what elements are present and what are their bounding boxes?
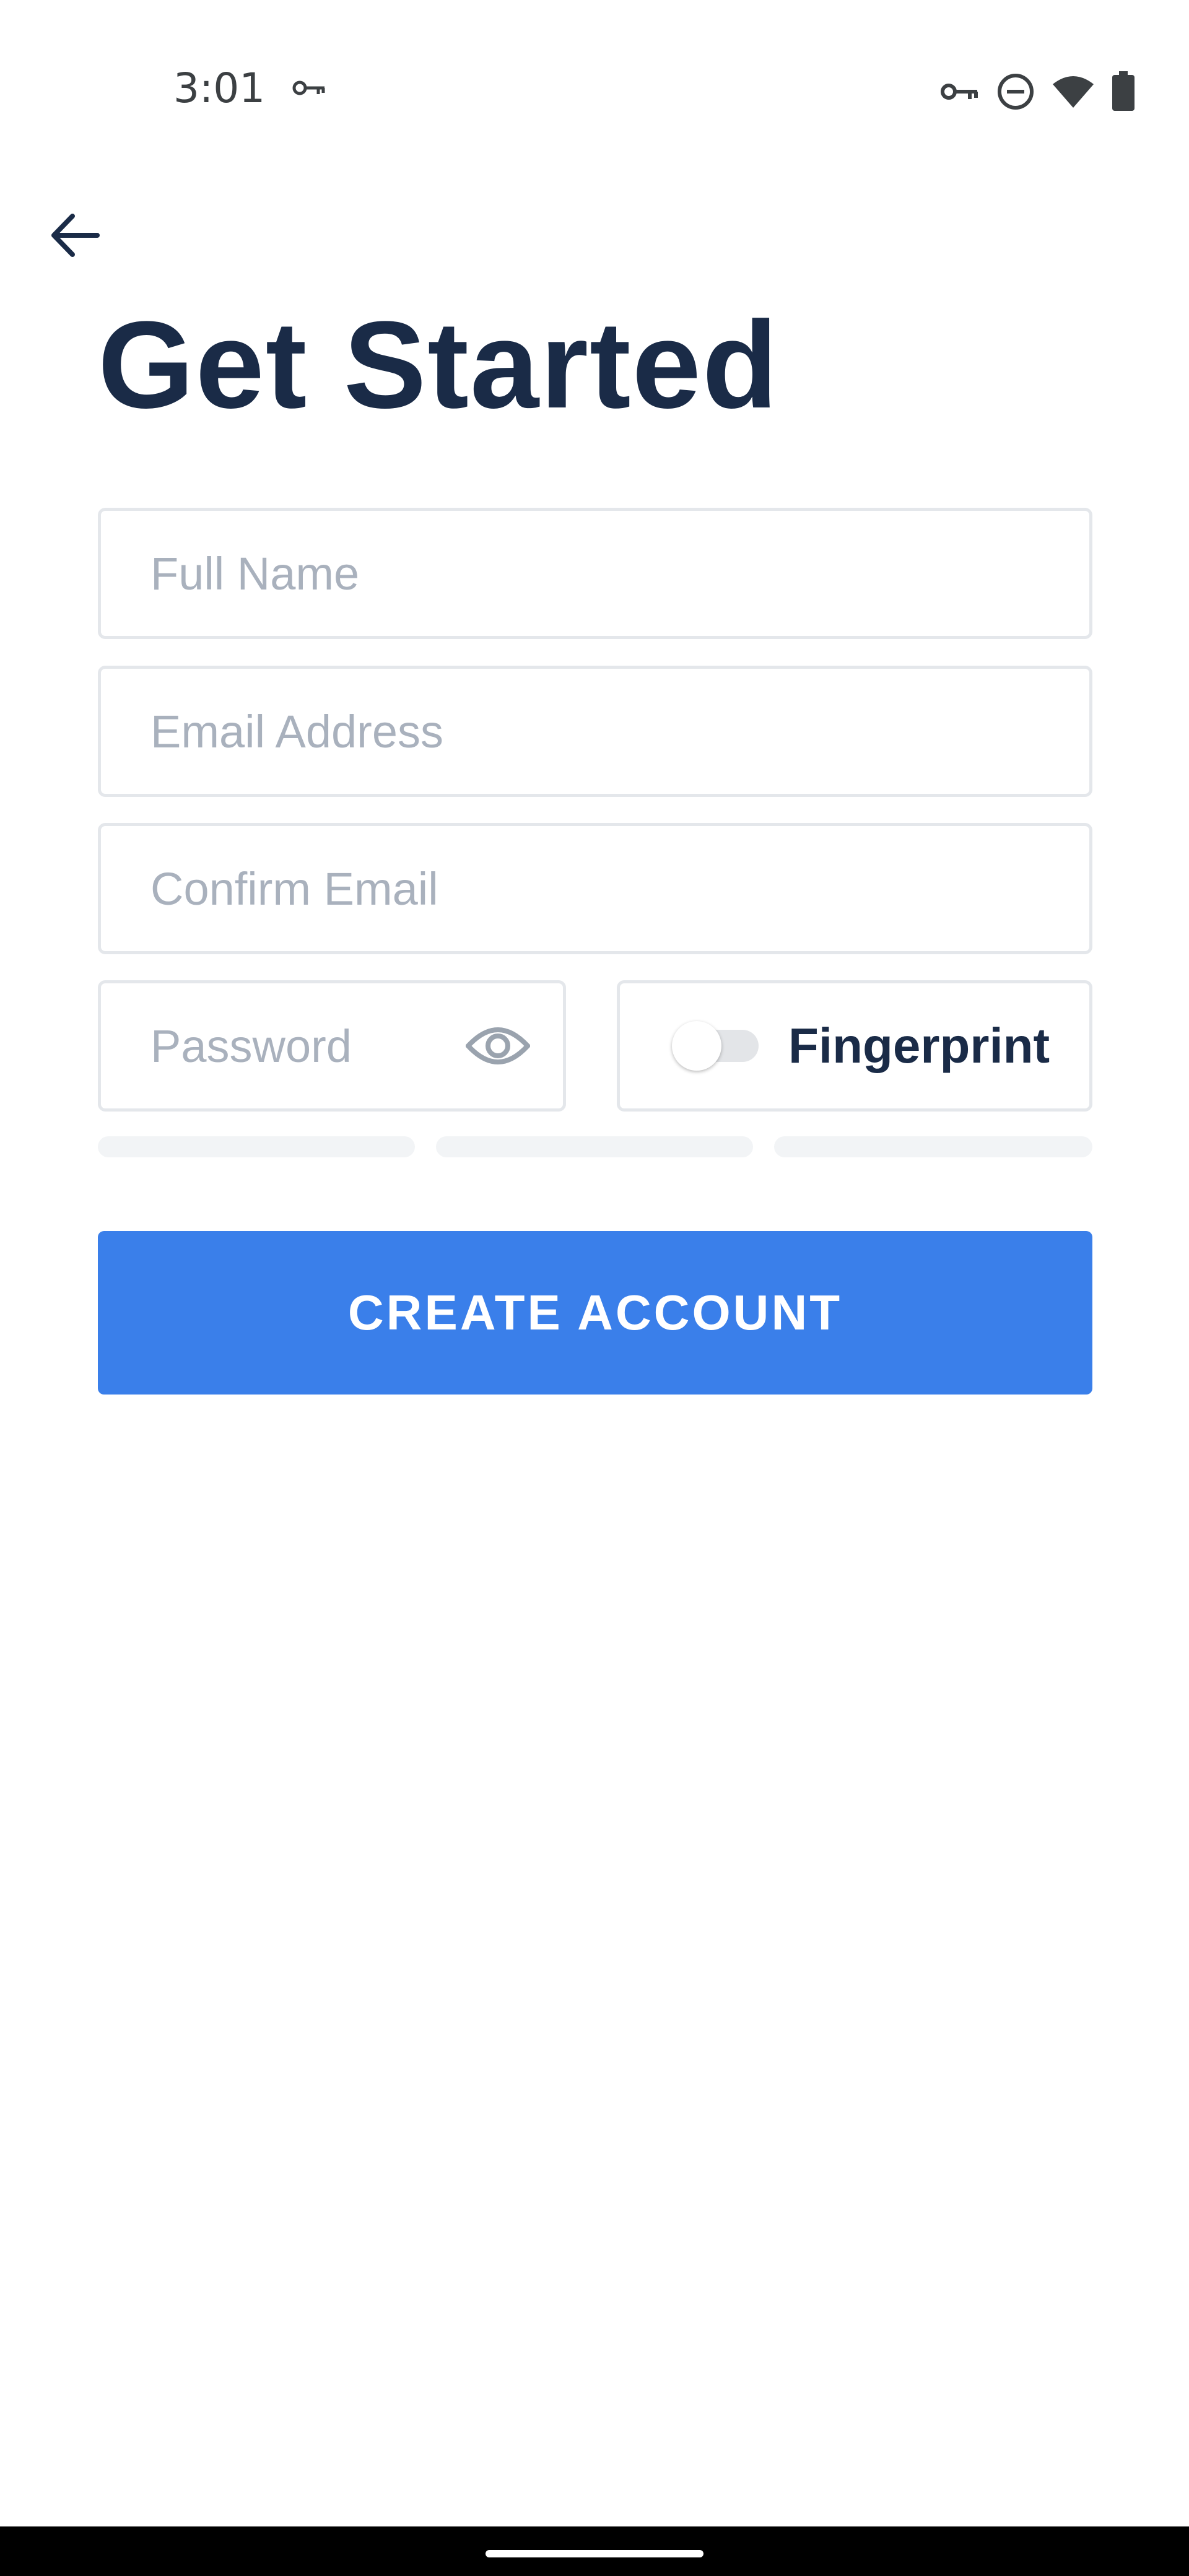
- password-field: [98, 980, 566, 1112]
- back-button[interactable]: [37, 198, 111, 272]
- password-strength-segment: [774, 1136, 1092, 1157]
- confirm-email-field: [98, 823, 1092, 954]
- toggle-thumb: [672, 1021, 721, 1071]
- email-field: [98, 666, 1092, 797]
- eye-icon: [466, 1027, 530, 1064]
- password-strength-segment: [98, 1136, 415, 1157]
- navigation-bar: [0, 2526, 1189, 2576]
- status-time: 3:01: [173, 64, 266, 112]
- email-input[interactable]: [101, 669, 1089, 794]
- create-account-button[interactable]: CREATE ACCOUNT: [98, 1231, 1092, 1395]
- confirm-email-input[interactable]: [101, 826, 1089, 951]
- fingerprint-toggle[interactable]: [672, 1021, 759, 1071]
- page-title: Get Started: [98, 296, 780, 434]
- vpn-key-icon: [940, 72, 980, 111]
- full-name-input[interactable]: [101, 511, 1089, 636]
- sign-up-screen: 3:01 Get Started Full Name Email Address…: [0, 0, 1189, 2576]
- status-bar: 3:01: [0, 0, 1189, 149]
- key-icon: [292, 78, 327, 103]
- wifi-icon: [1052, 72, 1095, 111]
- fingerprint-option: Fingerprint: [617, 980, 1092, 1112]
- password-strength-segment: [436, 1136, 753, 1157]
- full-name-field: [98, 508, 1092, 639]
- do-not-disturb-icon: [996, 72, 1035, 111]
- fingerprint-label: Fingerprint: [788, 1018, 1050, 1073]
- show-password-button[interactable]: [464, 1012, 532, 1080]
- battery-icon: [1111, 71, 1136, 111]
- arrow-back-icon: [51, 214, 100, 257]
- status-icons: [940, 68, 1136, 115]
- home-gesture-handle[interactable]: [486, 2550, 703, 2557]
